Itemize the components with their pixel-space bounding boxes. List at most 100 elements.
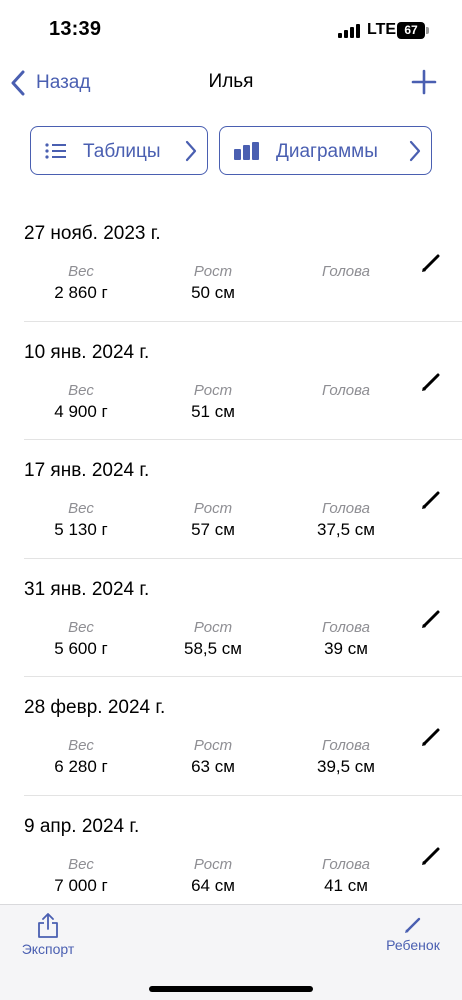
height-metric: Рост 63 см <box>172 737 254 777</box>
status-time: 13:39 <box>49 18 102 40</box>
pencil-icon <box>422 254 440 272</box>
entry-date: 17 янв. 2024 г. <box>24 460 150 481</box>
head-label: Голова <box>322 381 370 399</box>
head-label: Голова <box>322 855 370 873</box>
list-item[interactable]: 31 янв. 2024 г. Вес 5 600 г Рост 58,5 см… <box>0 559 462 678</box>
weight-value: 7 000 г <box>54 875 108 895</box>
export-label: Экспорт <box>21 941 75 957</box>
height-label: Рост <box>193 381 233 399</box>
list-icon <box>45 143 66 159</box>
weight-label: Вес <box>68 381 94 399</box>
edit-button[interactable] <box>420 252 442 274</box>
edit-button[interactable] <box>420 371 442 393</box>
home-indicator <box>149 986 313 992</box>
network-type: LTE <box>367 21 397 38</box>
page-title: Илья <box>208 71 254 92</box>
head-value: 39,5 см <box>317 757 375 776</box>
weight-metric: Вес 5 130 г <box>40 500 122 540</box>
head-label: Голова <box>322 737 370 754</box>
head-metric: Голова <box>300 382 392 402</box>
weight-value: 2 860 г <box>54 283 108 302</box>
add-button[interactable] <box>410 68 438 96</box>
height-metric: Рост 58,5 см <box>172 619 254 659</box>
weight-value: 5 130 г <box>54 520 108 539</box>
measurements-list: 27 нояб. 2023 г. Вес 2 860 г Рост 50 см … <box>0 203 462 914</box>
edit-button[interactable] <box>420 608 442 630</box>
weight-metric: Вес 7 000 г <box>40 856 122 896</box>
edit-button[interactable] <box>420 489 442 511</box>
height-metric: Рост 51 см <box>172 382 254 422</box>
head-value: 41 см <box>324 875 368 895</box>
height-value: 58,5 см <box>184 638 242 658</box>
head-metric: Голова 37,5 см <box>300 500 392 540</box>
height-metric: Рост 64 см <box>172 856 254 896</box>
height-metric: Рост 50 см <box>172 263 254 303</box>
height-label: Рост <box>193 737 233 754</box>
height-value: 51 см <box>191 401 235 421</box>
list-item[interactable]: 27 нояб. 2023 г. Вес 2 860 г Рост 50 см … <box>0 203 462 322</box>
head-metric: Голова 39 см <box>300 619 392 659</box>
height-label: Рост <box>193 855 233 873</box>
weight-value: 4 900 г <box>54 401 108 421</box>
weight-label: Вес <box>68 618 94 636</box>
pencil-icon <box>422 610 440 628</box>
entry-date: 9 апр. 2024 г. <box>24 815 140 837</box>
pencil-icon <box>422 373 440 391</box>
head-metric: Голова <box>300 263 392 283</box>
height-value: 50 см <box>191 283 235 302</box>
list-item[interactable]: 28 февр. 2024 г. Вес 6 280 г Рост 63 см … <box>0 677 462 796</box>
entry-date: 31 янв. 2024 г. <box>24 578 150 600</box>
head-label: Голова <box>322 500 370 517</box>
edit-button[interactable] <box>420 845 442 867</box>
weight-metric: Вес 2 860 г <box>40 263 122 303</box>
chevron-right-icon <box>185 140 197 162</box>
height-label: Рост <box>193 500 233 517</box>
weight-value: 5 600 г <box>54 638 108 658</box>
status-bar: 13:39 LTE 67 <box>0 0 462 60</box>
height-value: 63 см <box>191 757 235 776</box>
list-item[interactable]: 17 янв. 2024 г. Вес 5 130 г Рост 57 см Г… <box>0 440 462 559</box>
battery-level: 67 <box>397 22 425 39</box>
weight-label: Вес <box>68 263 94 280</box>
bar-chart-icon <box>234 142 259 160</box>
tables-button[interactable]: Таблицы <box>30 126 208 175</box>
pencil-icon <box>422 728 440 746</box>
entry-date: 10 янв. 2024 г. <box>24 341 150 363</box>
list-item[interactable]: 10 янв. 2024 г. Вес 4 900 г Рост 51 см Г… <box>0 322 462 441</box>
height-label: Рост <box>193 263 233 280</box>
navigation-bar: Назад Илья <box>0 60 462 106</box>
export-button[interactable]: Экспорт <box>16 913 80 957</box>
edit-button[interactable] <box>420 726 442 748</box>
height-value: 64 см <box>191 875 235 895</box>
cellular-signal-icon <box>338 24 360 38</box>
entry-date: 27 нояб. 2023 г. <box>24 223 161 244</box>
pencil-icon <box>405 917 421 933</box>
pencil-icon <box>422 491 440 509</box>
head-metric: Голова 39,5 см <box>300 737 392 777</box>
bottom-toolbar: Экспорт Ребенок <box>0 904 462 1000</box>
child-label: Ребенок <box>386 937 440 953</box>
head-metric: Голова 41 см <box>300 856 392 896</box>
head-label: Голова <box>322 263 370 280</box>
weight-label: Вес <box>68 500 94 517</box>
battery-icon: 67 <box>397 22 429 39</box>
share-icon <box>38 913 58 938</box>
plus-icon <box>411 69 437 95</box>
weight-value: 6 280 г <box>54 757 108 776</box>
charts-label: Диаграммы <box>276 141 378 162</box>
weight-metric: Вес 6 280 г <box>40 737 122 777</box>
chevron-right-icon <box>409 140 421 162</box>
charts-button[interactable]: Диаграммы <box>219 126 432 175</box>
weight-label: Вес <box>68 855 94 873</box>
weight-label: Вес <box>68 737 94 754</box>
weight-metric: Вес 5 600 г <box>40 619 122 659</box>
entry-date: 28 февр. 2024 г. <box>24 697 166 718</box>
list-item[interactable]: 9 апр. 2024 г. Вес 7 000 г Рост 64 см Го… <box>0 796 462 915</box>
weight-metric: Вес 4 900 г <box>40 382 122 422</box>
head-value: 39 см <box>324 638 368 658</box>
tables-label: Таблицы <box>83 141 161 162</box>
pencil-icon <box>422 847 440 865</box>
head-value: 37,5 см <box>317 520 375 539</box>
child-button[interactable]: Ребенок <box>380 915 446 953</box>
head-label: Голова <box>322 618 370 636</box>
